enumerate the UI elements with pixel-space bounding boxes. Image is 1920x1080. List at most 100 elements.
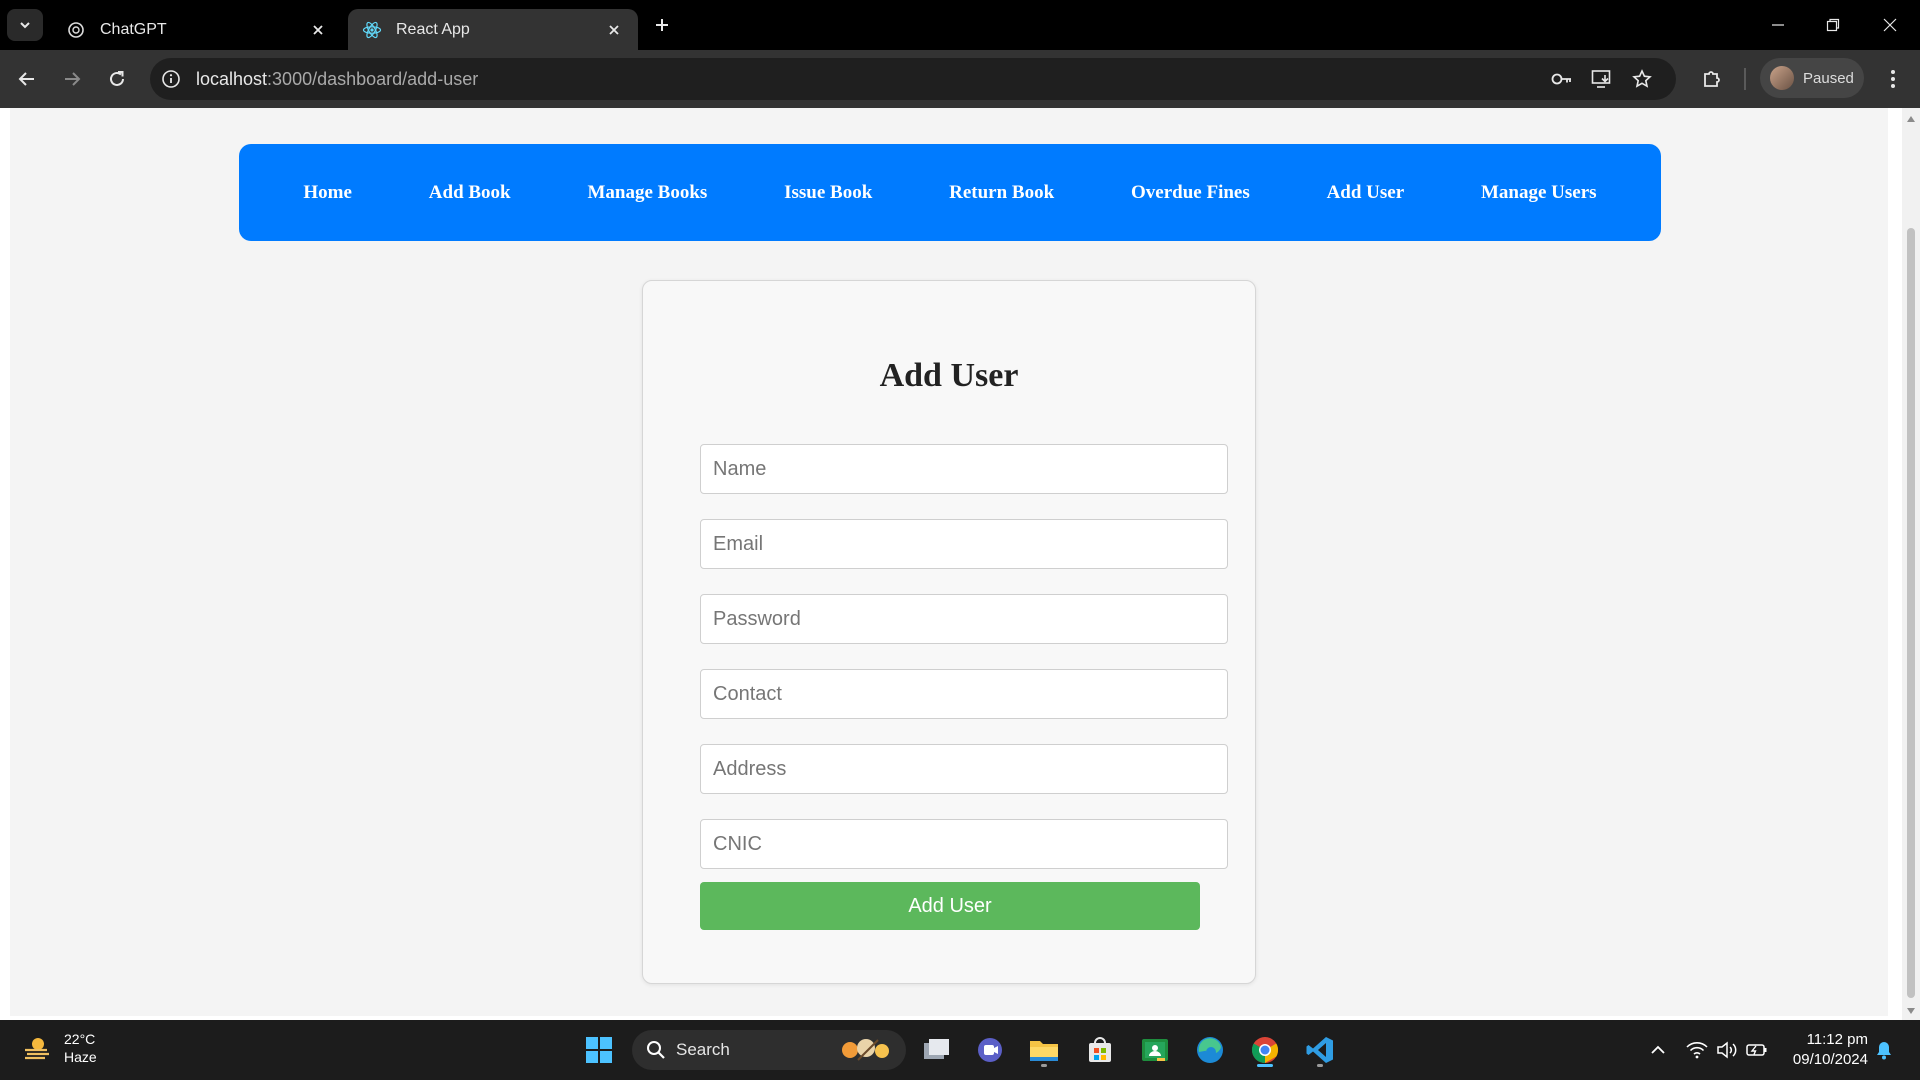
classroom-button[interactable] — [1136, 1031, 1174, 1069]
email-input[interactable] — [700, 519, 1228, 569]
weather-widget[interactable]: 22°C Haze — [22, 1030, 97, 1066]
system-clock[interactable]: 11:12 pm 09/10/2024 — [1780, 1030, 1868, 1070]
puzzle-icon — [1704, 71, 1720, 87]
tab-react-app[interactable]: React App — [348, 9, 638, 50]
arrow-left-icon — [18, 72, 34, 86]
store-icon — [1089, 1037, 1111, 1062]
search-icon — [647, 1041, 665, 1059]
chevron-up-icon — [1651, 1045, 1665, 1054]
cnic-input[interactable] — [700, 819, 1228, 869]
profile-button[interactable]: Paused — [1760, 58, 1864, 98]
chatgpt-icon — [66, 20, 86, 40]
battery-charging-icon — [1746, 1044, 1767, 1056]
teams-button[interactable] — [971, 1031, 1009, 1069]
close-icon — [1883, 18, 1897, 32]
wifi-button[interactable] — [1685, 1038, 1709, 1062]
add-user-button[interactable]: Add User — [700, 882, 1200, 930]
url-path: :3000/dashboard/add-user — [267, 68, 479, 89]
clock-date: 09/10/2024 — [1792, 1051, 1868, 1068]
reload-button[interactable] — [101, 63, 133, 95]
wifi-icon — [1686, 1042, 1708, 1059]
password-input[interactable] — [700, 594, 1228, 644]
minimize-button[interactable] — [1758, 10, 1798, 40]
classroom-icon — [1142, 1039, 1168, 1061]
minimize-icon — [1772, 24, 1784, 26]
chevron-down-icon — [20, 22, 30, 29]
forward-button[interactable] — [56, 63, 88, 95]
task-view-button[interactable] — [917, 1031, 955, 1069]
profile-status: Paused — [1803, 69, 1854, 87]
edge-browser-icon — [1197, 1037, 1223, 1063]
page-body: Home Add Book Manage Books Issue Book Re… — [10, 108, 1888, 1016]
hidden-icons-button[interactable] — [1646, 1038, 1670, 1062]
nav-home[interactable]: Home — [303, 182, 352, 204]
clock-time: 11:12 pm — [1806, 1031, 1868, 1048]
haze-weather-icon — [25, 1038, 49, 1060]
windows-logo-icon — [586, 1037, 612, 1063]
weather-condition: Haze — [64, 1049, 97, 1065]
browser-toolbar: localhost:3000/dashboard/add-user Paused — [0, 50, 1920, 108]
arrow-right-icon — [65, 72, 81, 86]
new-tab-button[interactable] — [650, 13, 674, 37]
open-app-indicator — [1041, 1064, 1047, 1067]
close-icon[interactable] — [604, 20, 624, 40]
reload-icon — [110, 71, 124, 86]
contact-input[interactable] — [700, 669, 1228, 719]
tab-search-button[interactable] — [7, 9, 43, 41]
page-viewport: Home Add Book Manage Books Issue Book Re… — [0, 108, 1920, 1020]
url-text: localhost:3000/dashboard/add-user — [196, 69, 478, 90]
edge-button[interactable] — [1191, 1031, 1229, 1069]
nav-manage-users[interactable]: Manage Users — [1481, 182, 1597, 204]
temperature: 22°C — [64, 1031, 96, 1047]
page-scrollbar[interactable] — [1902, 108, 1920, 1020]
url-host: localhost — [196, 68, 268, 89]
nav-add-book[interactable]: Add Book — [429, 182, 511, 204]
chrome-icon — [1251, 1037, 1279, 1064]
scrollbar-thumb[interactable] — [1907, 228, 1915, 998]
tab-chatgpt[interactable]: ChatGPT — [52, 9, 342, 50]
more-vertical-icon — [1891, 70, 1895, 88]
tab-title: ChatGPT — [100, 20, 167, 38]
nav-issue-book[interactable]: Issue Book — [784, 182, 872, 204]
plus-icon — [656, 19, 668, 31]
vscode-icon — [1306, 1037, 1333, 1063]
file-explorer-button[interactable] — [1025, 1031, 1063, 1069]
nav-overdue-fines[interactable]: Overdue Fines — [1131, 182, 1250, 204]
teams-chat-icon — [978, 1038, 1002, 1062]
tab-strip: ChatGPT React App — [0, 0, 1920, 50]
nav-return-book[interactable]: Return Book — [949, 182, 1054, 204]
battery-button[interactable] — [1745, 1038, 1769, 1062]
nav-manage-books[interactable]: Manage Books — [587, 182, 707, 204]
notifications-button[interactable] — [1872, 1038, 1896, 1062]
address-bar[interactable]: localhost:3000/dashboard/add-user — [150, 58, 1676, 100]
form-title: Add User — [879, 357, 1019, 394]
address-input[interactable] — [700, 744, 1228, 794]
taskbar-search[interactable]: Search — [632, 1030, 906, 1070]
speaker-icon — [1717, 1041, 1737, 1059]
chrome-button[interactable] — [1246, 1031, 1284, 1069]
back-button[interactable] — [11, 63, 43, 95]
install-app-icon[interactable] — [1590, 68, 1614, 90]
close-icon[interactable] — [308, 20, 328, 40]
store-button[interactable] — [1081, 1031, 1119, 1069]
vscode-button[interactable] — [1301, 1031, 1339, 1069]
menu-button[interactable] — [1877, 63, 1909, 95]
password-key-icon[interactable] — [1550, 68, 1574, 90]
star-icon[interactable] — [1630, 68, 1654, 90]
start-button[interactable] — [580, 1031, 618, 1069]
extensions-button[interactable] — [1696, 63, 1728, 95]
active-app-indicator — [1257, 1064, 1273, 1067]
restore-button[interactable] — [1813, 10, 1853, 40]
bell-icon — [1877, 1042, 1891, 1060]
open-app-indicator — [1317, 1064, 1323, 1067]
nav-add-user[interactable]: Add User — [1327, 182, 1405, 204]
info-icon[interactable] — [160, 68, 182, 90]
windows-taskbar: 22°C Haze Search 11:12 pm 09/10/2024 — [0, 1020, 1920, 1080]
scroll-down-arrow[interactable] — [1907, 1008, 1915, 1014]
task-view-icon — [924, 1039, 949, 1059]
close-window-button[interactable] — [1870, 10, 1910, 40]
name-input[interactable] — [700, 444, 1228, 494]
avatar — [1770, 66, 1794, 90]
scroll-up-arrow[interactable] — [1907, 116, 1915, 122]
volume-button[interactable] — [1715, 1038, 1739, 1062]
